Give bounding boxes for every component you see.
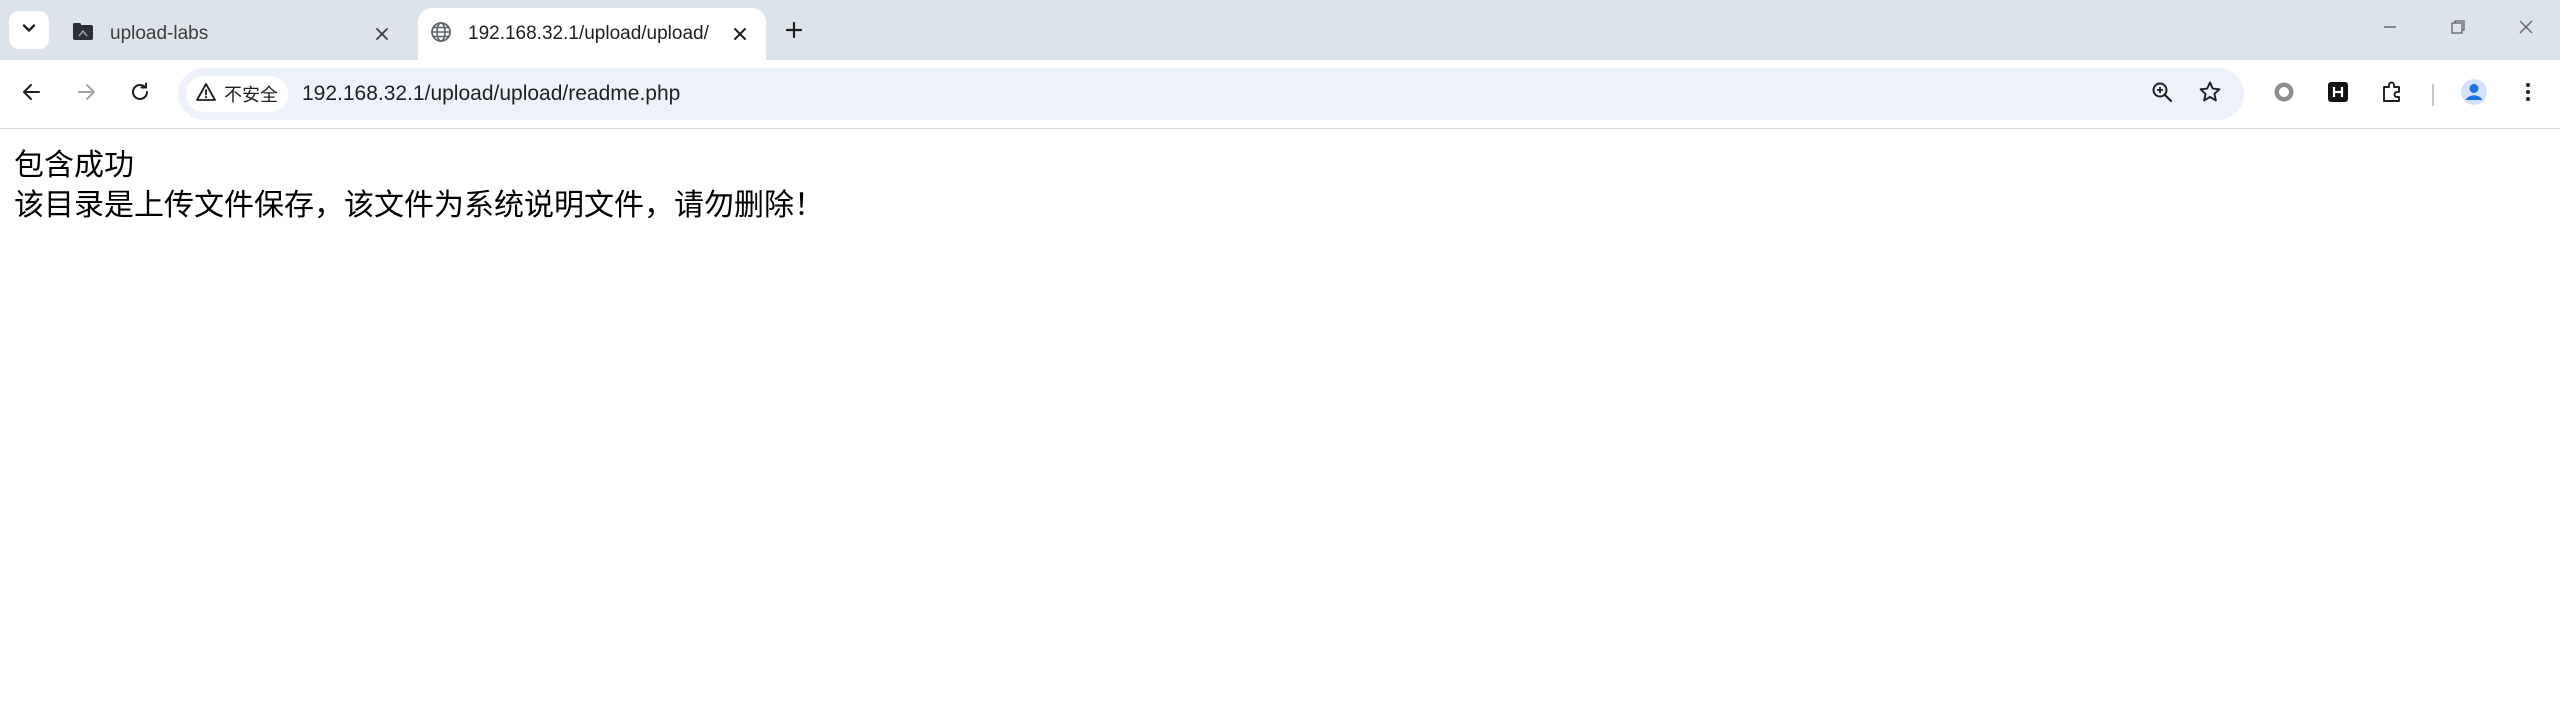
puzzle-icon (2380, 80, 2404, 109)
menu-button[interactable] (2508, 74, 2548, 114)
minimize-icon (2381, 18, 2399, 41)
extension-button-1[interactable] (2264, 74, 2304, 114)
zoom-button[interactable] (2144, 76, 2180, 112)
profile-button[interactable] (2454, 74, 2494, 114)
arrow-left-icon (21, 81, 43, 108)
restore-icon (2449, 18, 2467, 41)
address-bar[interactable]: 不安全 192.168.32.1/upload/upload/readme.ph… (178, 68, 2244, 120)
restore-button[interactable] (2424, 0, 2492, 58)
window-controls (2356, 0, 2560, 58)
readme-notice-text: 该目录是上传文件保存，该文件为系统说明文件，请勿删除！ (14, 188, 824, 223)
tab-title: 192.168.32.1/upload/upload/ (468, 23, 709, 44)
include-success-text: 包含成功 (14, 148, 134, 183)
warning-icon (196, 82, 216, 107)
back-button[interactable] (12, 74, 52, 114)
arrow-right-icon (75, 81, 97, 108)
folder-favicon-icon (72, 21, 94, 48)
chevron-down-icon (19, 18, 39, 43)
plus-icon (784, 20, 804, 45)
security-label: 不安全 (224, 85, 278, 106)
minimize-button[interactable] (2356, 0, 2424, 58)
tab-upload-labs[interactable]: upload-labs (60, 8, 408, 60)
extensions-button[interactable] (2372, 74, 2412, 114)
close-window-button[interactable] (2492, 0, 2560, 58)
close-tab-icon[interactable] (368, 20, 396, 48)
tab-strip: upload-labs 192.168.32.1/upload/upload/ (0, 0, 2560, 60)
page-content: 包含成功 该目录是上传文件保存，该文件为系统说明文件，请勿删除！ (14, 146, 2514, 226)
forward-button[interactable] (66, 74, 106, 114)
reload-icon (129, 81, 151, 108)
new-tab-button[interactable] (776, 14, 812, 50)
hackbar-extension-icon (2326, 80, 2350, 109)
close-tab-icon[interactable] (726, 20, 754, 48)
extension-button-2[interactable] (2318, 74, 2358, 114)
reload-button[interactable] (120, 74, 160, 114)
star-icon (2198, 80, 2222, 109)
bookmark-button[interactable] (2192, 76, 2228, 112)
tab-title: upload-labs (110, 23, 209, 44)
close-icon (2517, 18, 2535, 41)
security-indicator[interactable]: 不安全 (186, 76, 288, 112)
url-text[interactable]: 192.168.32.1/upload/upload/readme.php (302, 68, 680, 120)
avatar-icon (2460, 78, 2488, 111)
zoom-in-icon (2150, 80, 2174, 109)
kebab-menu-icon (2516, 80, 2540, 109)
tab-readme[interactable]: 192.168.32.1/upload/upload/ (418, 8, 766, 60)
tab-search-button[interactable] (9, 11, 49, 49)
browser-toolbar: 不安全 192.168.32.1/upload/upload/readme.ph… (0, 60, 2560, 129)
globe-icon (430, 21, 452, 48)
toolbar-divider (2432, 84, 2434, 106)
circle-extension-icon (2272, 80, 2296, 109)
